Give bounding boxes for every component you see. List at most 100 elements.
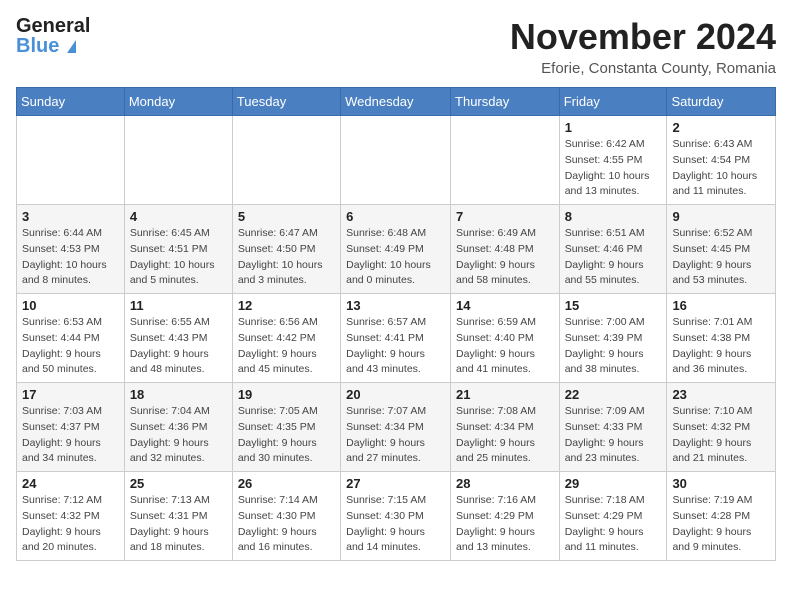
header-tuesday: Tuesday (232, 88, 340, 116)
table-row: 5Sunrise: 6:47 AM Sunset: 4:50 PM Daylig… (232, 205, 340, 294)
day-number: 27 (346, 476, 445, 491)
day-number: 2 (672, 120, 770, 135)
table-row: 13 Sunrise: 6:57 AM Sunset: 4:41 PM Dayli… (341, 294, 451, 383)
calendar-week-row: 3 Sunrise: 6:44 AM Sunset: 4:53 PM Daylig… (17, 205, 776, 294)
day-info: Sunrise: 6:49 AM Sunset: 4:48 PM Dayligh… (456, 226, 554, 289)
header-thursday: Thursday (451, 88, 560, 116)
table-row: 21 Sunrise: 7:08 AM Sunset: 4:34 PM Dayli… (451, 383, 560, 472)
table-row: 22 Sunrise: 7:09 AM Sunset: 4:33 PM Dayli… (559, 383, 667, 472)
page-header: General Blue November 2024 Eforie, Const… (16, 16, 776, 77)
day-number: 9 (672, 209, 770, 224)
day-info: Sunrise: 7:14 AM Sunset: 4:30 PM Dayligh… (238, 493, 335, 556)
table-row: 19Sunrise: 7:05 AM Sunset: 4:35 PM Dayli… (232, 383, 340, 472)
table-row (17, 116, 125, 205)
day-number: 13 (346, 298, 445, 313)
table-row: 3 Sunrise: 6:44 AM Sunset: 4:53 PM Daylig… (17, 205, 125, 294)
table-row: 15Sunrise: 7:00 AM Sunset: 4:39 PM Dayli… (559, 294, 667, 383)
calendar-week-row: 17 Sunrise: 7:03 AM Sunset: 4:37 PM Dayli… (17, 383, 776, 472)
table-row: 6Sunrise: 6:48 AM Sunset: 4:49 PM Daylig… (341, 205, 451, 294)
day-info: Sunrise: 6:59 AM Sunset: 4:40 PM Dayligh… (456, 315, 554, 378)
day-number: 11 (130, 298, 227, 313)
day-number: 21 (456, 387, 554, 402)
table-row: 4 Sunrise: 6:45 AM Sunset: 4:51 PM Daylig… (124, 205, 232, 294)
day-number: 22 (565, 387, 662, 402)
table-row: 8Sunrise: 6:51 AM Sunset: 4:46 PM Daylig… (559, 205, 667, 294)
table-row: 30 Sunrise: 7:19 AM Sunset: 4:28 PM Dayli… (667, 472, 776, 561)
day-info: Sunrise: 6:55 AM Sunset: 4:43 PM Dayligh… (130, 315, 227, 378)
day-number: 28 (456, 476, 554, 491)
calendar-week-row: 10 Sunrise: 6:53 AM Sunset: 4:44 PM Dayli… (17, 294, 776, 383)
table-row (341, 116, 451, 205)
day-number: 12 (238, 298, 335, 313)
day-info: Sunrise: 7:15 AM Sunset: 4:30 PM Dayligh… (346, 493, 445, 556)
day-info: Sunrise: 6:43 AM Sunset: 4:54 PM Dayligh… (672, 137, 770, 200)
table-row (232, 116, 340, 205)
table-row: 16 Sunrise: 7:01 AM Sunset: 4:38 PM Dayli… (667, 294, 776, 383)
header-wednesday: Wednesday (341, 88, 451, 116)
day-number: 15 (565, 298, 662, 313)
day-info: Sunrise: 6:57 AM Sunset: 4:41 PM Dayligh… (346, 315, 445, 378)
day-number: 20 (346, 387, 445, 402)
day-info: Sunrise: 7:07 AM Sunset: 4:34 PM Dayligh… (346, 404, 445, 467)
day-info: Sunrise: 6:44 AM Sunset: 4:53 PM Dayligh… (22, 226, 119, 289)
day-number: 26 (238, 476, 335, 491)
day-number: 24 (22, 476, 119, 491)
day-number: 16 (672, 298, 770, 313)
table-row: 10 Sunrise: 6:53 AM Sunset: 4:44 PM Dayli… (17, 294, 125, 383)
day-number: 30 (672, 476, 770, 491)
day-info: Sunrise: 7:01 AM Sunset: 4:38 PM Dayligh… (672, 315, 770, 378)
calendar-header-row: Sunday Monday Tuesday Wednesday Thursday… (17, 88, 776, 116)
day-info: Sunrise: 7:03 AM Sunset: 4:37 PM Dayligh… (22, 404, 119, 467)
day-info: Sunrise: 6:53 AM Sunset: 4:44 PM Dayligh… (22, 315, 119, 378)
calendar-week-row: 1 Sunrise: 6:42 AM Sunset: 4:55 PM Daylig… (17, 116, 776, 205)
day-info: Sunrise: 7:10 AM Sunset: 4:32 PM Dayligh… (672, 404, 770, 467)
table-row: 14Sunrise: 6:59 AM Sunset: 4:40 PM Dayli… (451, 294, 560, 383)
day-number: 6 (346, 209, 445, 224)
day-info: Sunrise: 7:08 AM Sunset: 4:34 PM Dayligh… (456, 404, 554, 467)
table-row: 18 Sunrise: 7:04 AM Sunset: 4:36 PM Dayli… (124, 383, 232, 472)
day-info: Sunrise: 7:16 AM Sunset: 4:29 PM Dayligh… (456, 493, 554, 556)
day-info: Sunrise: 6:56 AM Sunset: 4:42 PM Dayligh… (238, 315, 335, 378)
day-number: 1 (565, 120, 662, 135)
day-info: Sunrise: 7:18 AM Sunset: 4:29 PM Dayligh… (565, 493, 662, 556)
logo-blue-text: Blue (16, 36, 90, 56)
header-friday: Friday (559, 88, 667, 116)
day-number: 17 (22, 387, 119, 402)
table-row: 26 Sunrise: 7:14 AM Sunset: 4:30 PM Dayli… (232, 472, 340, 561)
table-row: 1 Sunrise: 6:42 AM Sunset: 4:55 PM Daylig… (559, 116, 667, 205)
table-row (124, 116, 232, 205)
day-number: 25 (130, 476, 227, 491)
table-row: 7 Sunrise: 6:49 AM Sunset: 4:48 PM Daylig… (451, 205, 560, 294)
day-number: 7 (456, 209, 554, 224)
day-info: Sunrise: 7:12 AM Sunset: 4:32 PM Dayligh… (22, 493, 119, 556)
day-info: Sunrise: 6:45 AM Sunset: 4:51 PM Dayligh… (130, 226, 227, 289)
day-number: 3 (22, 209, 119, 224)
table-row: 27 Sunrise: 7:15 AM Sunset: 4:30 PM Dayli… (341, 472, 451, 561)
day-info: Sunrise: 6:51 AM Sunset: 4:46 PM Dayligh… (565, 226, 662, 289)
day-info: Sunrise: 6:47 AM Sunset: 4:50 PM Dayligh… (238, 226, 335, 289)
day-info: Sunrise: 6:52 AM Sunset: 4:45 PM Dayligh… (672, 226, 770, 289)
table-row: 25Sunrise: 7:13 AM Sunset: 4:31 PM Dayli… (124, 472, 232, 561)
day-number: 29 (565, 476, 662, 491)
calendar-table: Sunday Monday Tuesday Wednesday Thursday… (16, 87, 776, 561)
day-info: Sunrise: 7:04 AM Sunset: 4:36 PM Dayligh… (130, 404, 227, 467)
day-number: 10 (22, 298, 119, 313)
table-row: 9 Sunrise: 6:52 AM Sunset: 4:45 PM Daylig… (667, 205, 776, 294)
table-row: 29 Sunrise: 7:18 AM Sunset: 4:29 PM Dayli… (559, 472, 667, 561)
day-info: Sunrise: 6:42 AM Sunset: 4:55 PM Dayligh… (565, 137, 662, 200)
location-title: Eforie, Constanta County, Romania (510, 60, 776, 77)
day-number: 23 (672, 387, 770, 402)
header-saturday: Saturday (667, 88, 776, 116)
table-row: 11 Sunrise: 6:55 AM Sunset: 4:43 PM Dayli… (124, 294, 232, 383)
table-row: 17 Sunrise: 7:03 AM Sunset: 4:37 PM Dayli… (17, 383, 125, 472)
logo: General Blue (16, 16, 90, 56)
day-number: 19 (238, 387, 335, 402)
day-number: 4 (130, 209, 227, 224)
day-info: Sunrise: 7:19 AM Sunset: 4:28 PM Dayligh… (672, 493, 770, 556)
table-row: 2 Sunrise: 6:43 AM Sunset: 4:54 PM Daylig… (667, 116, 776, 205)
month-title: November 2024 (510, 16, 776, 58)
title-area: November 2024 Eforie, Constanta County, … (510, 16, 776, 77)
calendar-week-row: 24 Sunrise: 7:12 AM Sunset: 4:32 PM Dayli… (17, 472, 776, 561)
day-info: Sunrise: 7:09 AM Sunset: 4:33 PM Dayligh… (565, 404, 662, 467)
day-number: 18 (130, 387, 227, 402)
